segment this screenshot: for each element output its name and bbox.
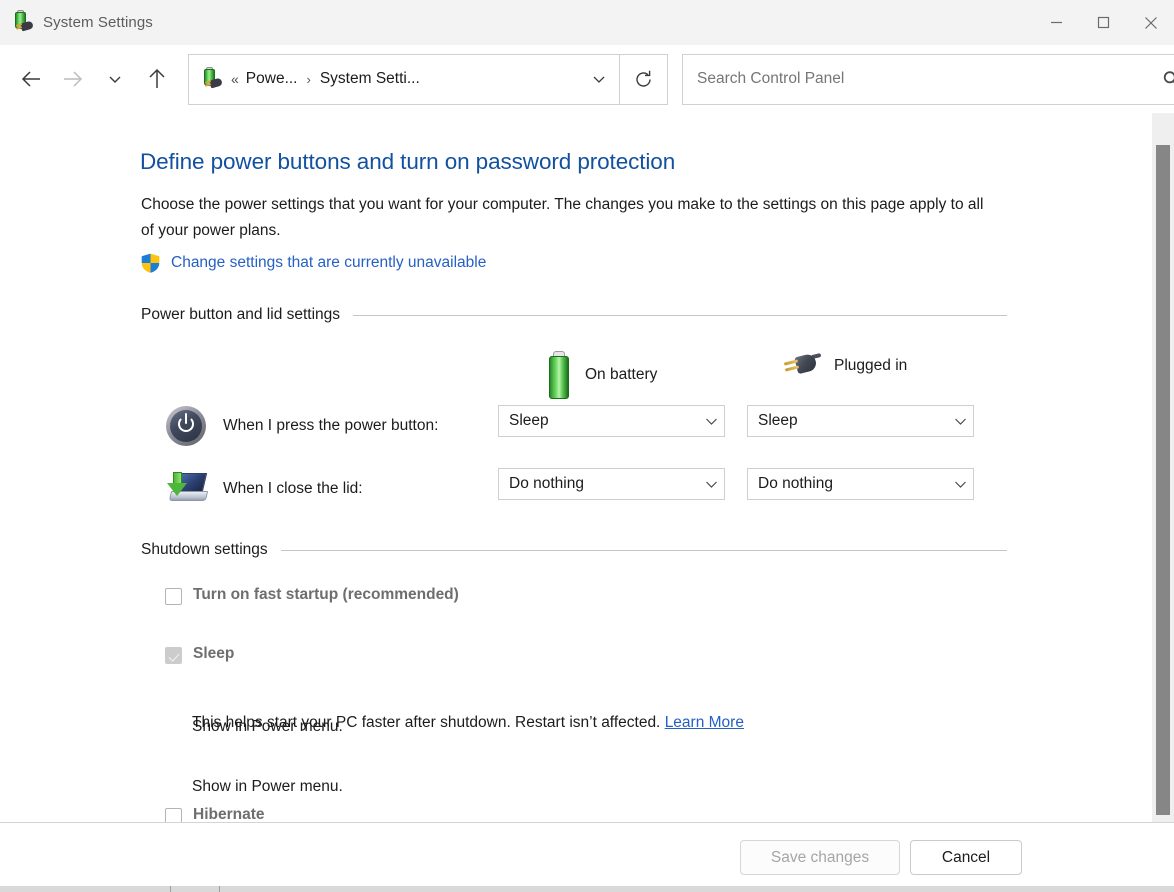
address-dropdown-chevron-down-icon[interactable] [579,55,619,104]
dropdown-power-button-on-battery[interactable]: Sleep [498,405,725,437]
shutdown-section-header: Shutdown settings [141,541,1007,559]
page-title: Define power buttons and turn on passwor… [140,149,676,174]
up-arrow-icon[interactable] [136,58,178,100]
breadcrumb-separator: › [306,71,311,87]
column-header-plugged-in: Plugged in [782,351,907,381]
address-bar[interactable]: « Powe... › System Setti... [188,53,620,105]
change-settings-link-row[interactable]: Change settings that are currently unava… [141,253,486,273]
checkbox-label-fast-startup: Turn on fast startup (recommended) [193,586,459,603]
title-bar: System Settings [0,0,1174,45]
dropdown-power-button-on-battery-value: Sleep [509,412,549,429]
desktop-taskbar-edge [0,886,1174,892]
dropdown-power-button-plugged-in[interactable]: Sleep [747,405,974,437]
cancel-button[interactable]: Cancel [910,840,1022,875]
dropdown-close-lid-plugged-in[interactable]: Do nothing [747,468,974,500]
refresh-icon[interactable] [620,53,668,105]
dropdown-close-lid-on-battery-value: Do nothing [509,475,584,492]
checkbox-row-sleep[interactable]: Sleep [165,645,234,664]
chevron-down-icon [698,417,724,426]
change-settings-link[interactable]: Change settings that are currently unava… [171,254,486,272]
checkbox-sleep[interactable] [165,647,182,664]
power-plug-icon [782,351,822,381]
save-changes-button[interactable]: Save changes [740,840,900,875]
learn-more-link[interactable]: Learn More [665,714,744,731]
checkbox-label-sleep: Sleep [193,645,235,662]
chevron-down-icon [947,417,973,426]
battery-icon [545,351,573,399]
checkbox-row-hibernate[interactable]: Hibernate [165,806,265,822]
power-options-icon [12,10,34,33]
search-box[interactable]: Search Control Panel [682,53,1174,105]
uac-shield-icon [141,253,160,273]
navigation-bar: « Powe... › System Setti... Search Contr… [0,45,1174,113]
system-settings-window: System Settings « Powe... › System Setti… [0,0,1174,892]
column-headers: On battery Plugged in [0,336,1152,399]
footer-bar: Save changes Cancel [0,822,1174,888]
window-title: System Settings [43,13,153,31]
column-header-plugged-in-label: Plugged in [834,357,908,374]
setting-label-close-lid: When I close the lid: [223,480,363,497]
power-lid-section-label: Power button and lid settings [141,306,341,323]
chevron-down-icon [698,480,724,489]
checkbox-row-fast-startup[interactable]: Turn on fast startup (recommended) [165,586,459,605]
address-bar-power-options-icon [201,67,223,90]
setting-label-power-button: When I press the power button: [223,417,439,434]
close-icon[interactable] [1127,0,1174,45]
section-divider [353,314,1007,316]
laptop-lid-icon [163,466,209,512]
section-divider [280,549,1007,551]
checkbox-fast-startup[interactable] [165,588,182,605]
breadcrumb-overflow[interactable]: « [231,71,239,87]
checkbox-description-sleep: Show in Power menu. [192,718,343,735]
vertical-scrollbar[interactable] [1152,113,1174,822]
page-description: Choose the power settings that you want … [141,196,984,239]
back-arrow-icon[interactable] [10,58,52,100]
shutdown-section-label: Shutdown settings [141,541,268,558]
maximize-icon[interactable] [1080,0,1127,45]
power-lid-section-header: Power button and lid settings [141,306,1007,324]
window-controls [1033,0,1174,45]
search-icon[interactable] [1149,70,1174,89]
chevron-down-icon [947,480,973,489]
breadcrumb-item-system-settings[interactable]: System Setti... [320,70,420,88]
checkbox-label-hibernate: Hibernate [193,806,265,822]
checkbox-description-hibernate: Show in Power menu. [192,778,343,795]
forward-arrow-icon [52,58,94,100]
power-button-icon [163,403,209,449]
dropdown-power-button-plugged-in-value: Sleep [758,412,798,429]
minimize-icon[interactable] [1033,0,1080,45]
recent-locations-chevron-down-icon[interactable] [94,58,136,100]
search-input[interactable]: Search Control Panel [697,70,1149,88]
breadcrumb-item-power-options[interactable]: Powe... [246,70,298,88]
scrollbar-thumb[interactable] [1156,145,1170,815]
dropdown-close-lid-plugged-in-value: Do nothing [758,475,833,492]
checkbox-hibernate[interactable] [165,808,182,822]
column-header-on-battery-label: On battery [585,366,658,383]
dropdown-close-lid-on-battery[interactable]: Do nothing [498,468,725,500]
column-header-on-battery: On battery [545,351,657,399]
content-area: Define power buttons and turn on passwor… [0,113,1152,822]
